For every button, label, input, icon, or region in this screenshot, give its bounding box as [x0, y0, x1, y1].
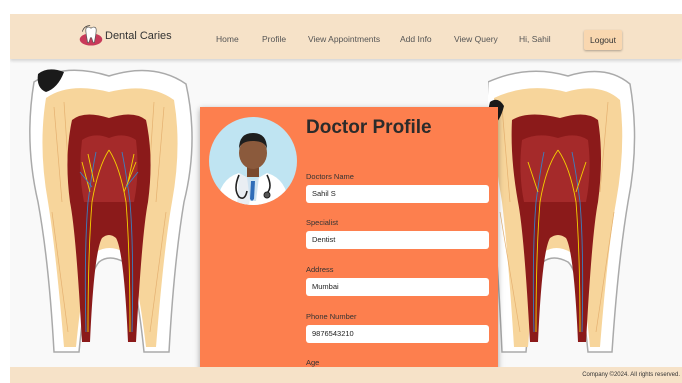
phone-number-field[interactable]: 9876543210 — [306, 325, 489, 343]
doctor-avatar-icon — [217, 133, 289, 205]
tooth-cross-section-right — [488, 70, 636, 353]
age-label: Age — [306, 358, 320, 367]
footer: Company ©2024. All rights reserved. — [10, 367, 682, 383]
tooth-logo-icon — [79, 25, 103, 46]
page-title: Doctor Profile — [306, 117, 432, 138]
nav-view-appointments[interactable]: View Appointments — [308, 34, 380, 44]
logout-button[interactable]: Logout — [584, 30, 622, 50]
doctor-profile-card: Doctor Profile Doctors Name Sahil S Spec… — [200, 107, 498, 383]
phone-number-label: Phone Number — [306, 312, 357, 321]
specialist-label: Specialist — [306, 218, 339, 227]
nav-add-info[interactable]: Add Info — [400, 34, 432, 44]
nav-home[interactable]: Home — [216, 34, 239, 44]
address-label: Address — [306, 265, 334, 274]
navbar: Dental Caries Home Profile View Appointm… — [10, 14, 682, 59]
nav-profile[interactable]: Profile — [262, 34, 286, 44]
brand-name: Dental Caries — [105, 30, 172, 42]
specialist-field[interactable]: Dentist — [306, 231, 489, 249]
footer-copyright: Company ©2024. All rights reserved. — [582, 372, 680, 378]
doctor-name-field[interactable]: Sahil S — [306, 185, 489, 203]
hero-background: Doctor Profile Doctors Name Sahil S Spec… — [10, 59, 682, 383]
app-frame: Dental Caries Home Profile View Appointm… — [10, 14, 682, 383]
address-field[interactable]: Mumbai — [306, 278, 489, 296]
doctor-avatar — [209, 117, 297, 205]
brand[interactable]: Dental Caries — [78, 23, 172, 49]
nav-view-query[interactable]: View Query — [454, 34, 498, 44]
tooth-cross-section-left — [29, 69, 193, 353]
nav-greeting: Hi, Sahil — [519, 34, 551, 44]
doctor-name-label: Doctors Name — [306, 172, 354, 181]
